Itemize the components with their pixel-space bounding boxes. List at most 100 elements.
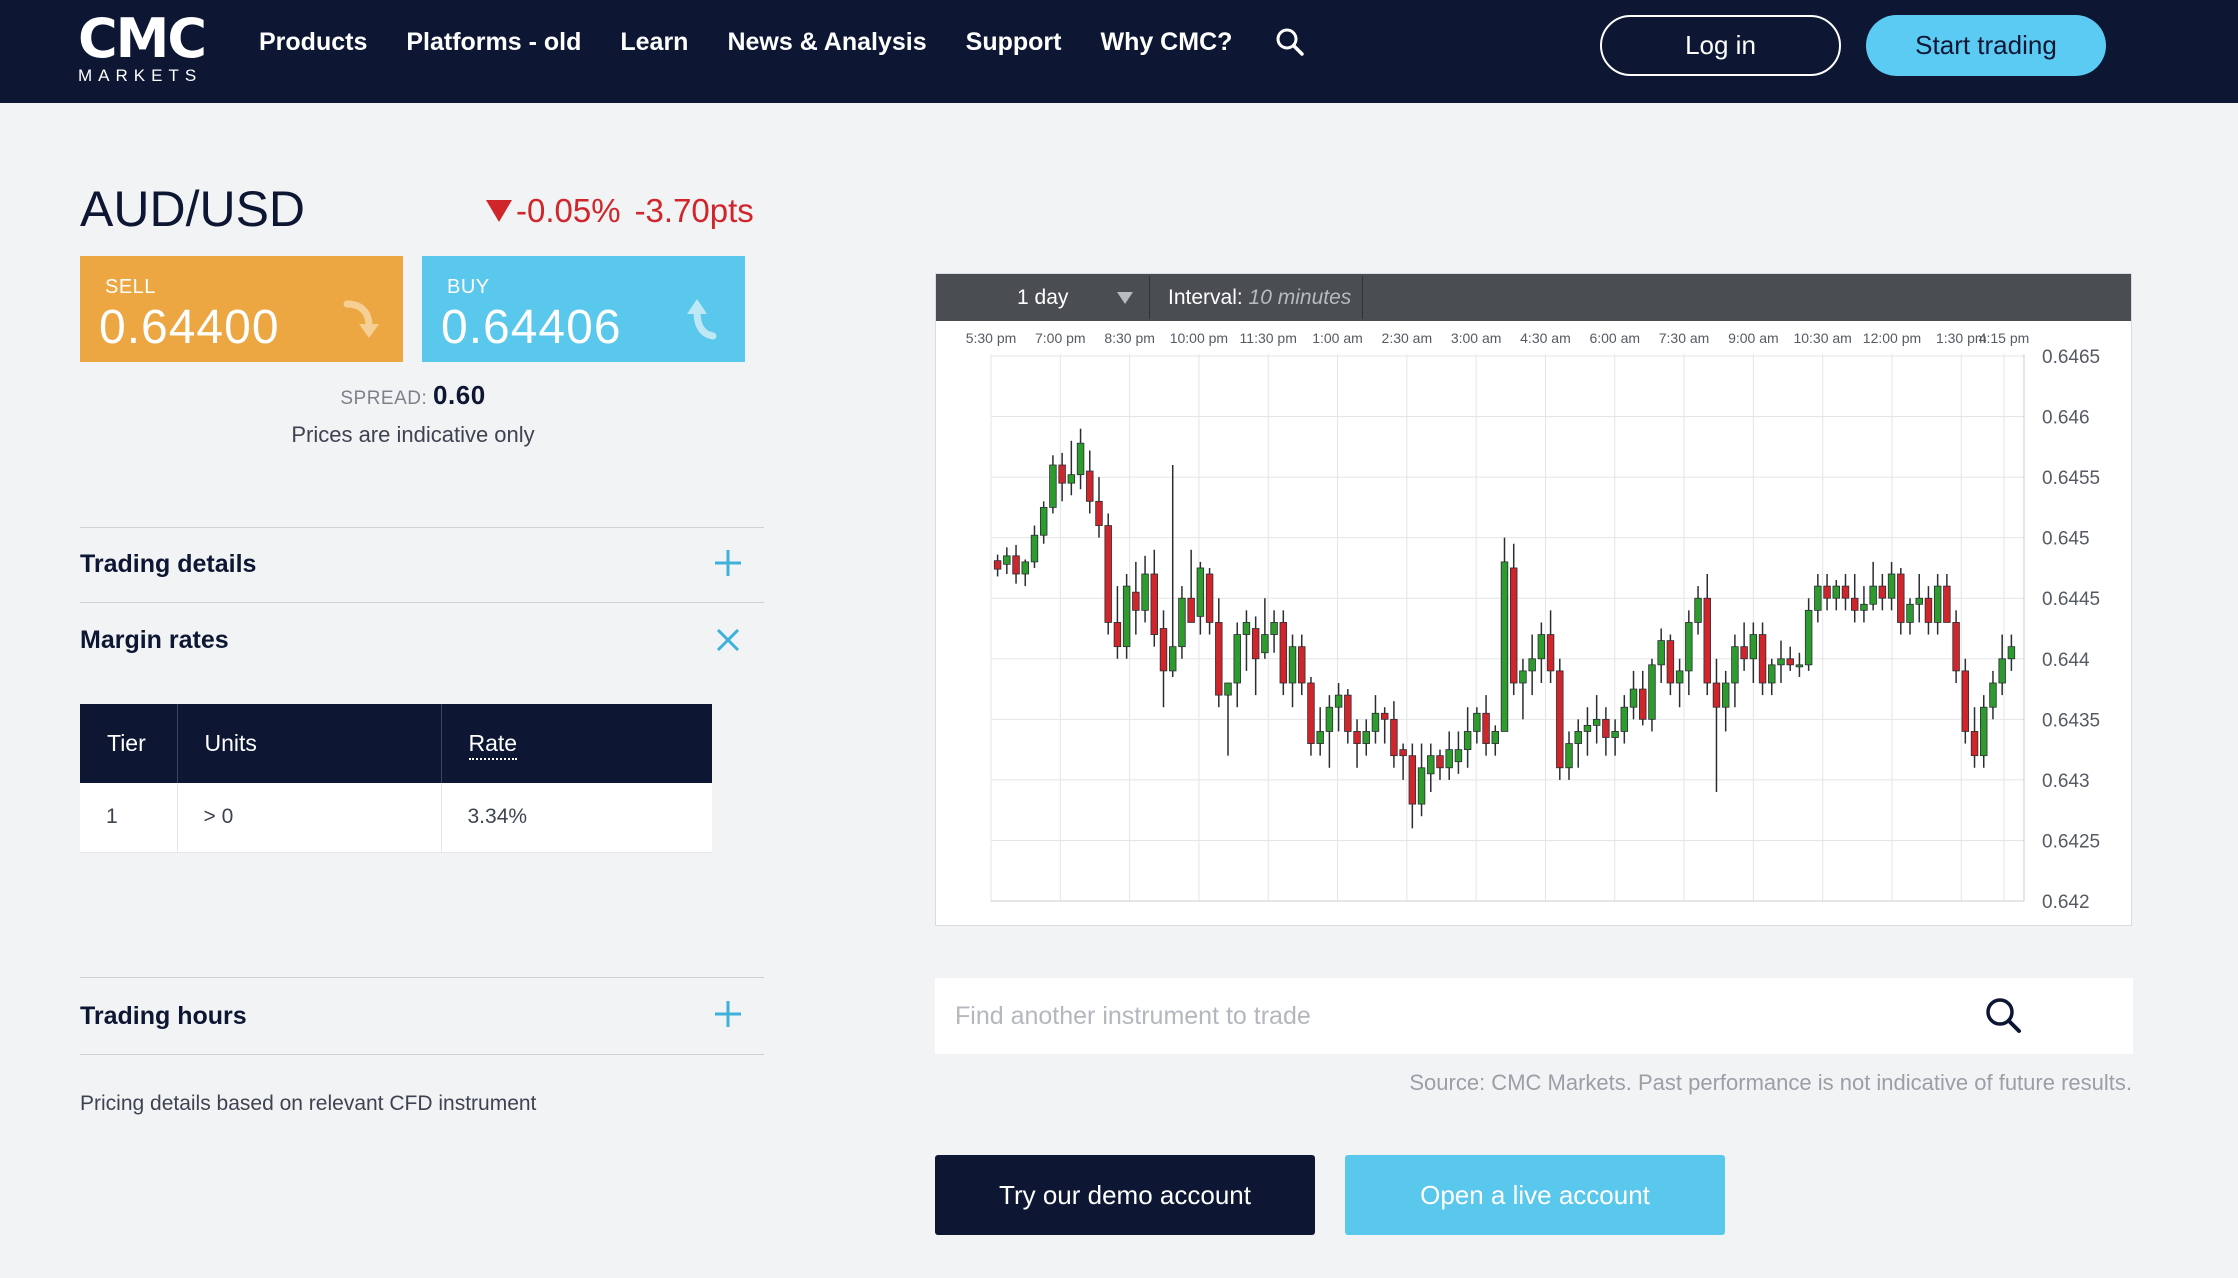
candle-body [1362,731,1370,744]
candle-body [1344,694,1352,732]
close-icon[interactable] [713,625,743,655]
candle-body [1620,706,1629,732]
start-trading-button[interactable]: Start trading [1866,15,2106,76]
candle-body [1712,682,1721,708]
source-disclaimer: Source: CMC Markets. Past performance is… [1409,1070,2132,1095]
candle-body [1528,658,1536,672]
buy-price: 0.64406 [441,301,622,354]
candle-body [1804,609,1813,666]
candle-body [1933,585,1942,623]
logo-mark: CMC [78,7,207,70]
candle-body [1012,555,1020,575]
candle-body [1694,597,1702,623]
candle-body [1703,597,1711,684]
candle-body [1491,731,1500,744]
login-button[interactable]: Log in [1600,15,1841,76]
candle-body [1565,743,1573,769]
divider [80,527,764,528]
toolbar-separator [1149,276,1150,319]
trading-hours-header[interactable]: Trading hours [80,1002,247,1031]
candle-body [1657,640,1665,666]
plus-icon[interactable] [713,548,743,578]
table-header-row: Tier Units Rate [80,704,712,783]
live-account-button[interactable]: Open a live account [1345,1155,1725,1235]
demo-account-button[interactable]: Try our demo account [935,1155,1315,1235]
candle-body [1270,622,1278,635]
column-header-units: Units [177,704,442,783]
instrument-name: AUD/USD [80,181,306,237]
column-header-rate[interactable]: Rate [441,704,712,783]
nav-platforms-old[interactable]: Platforms - old [406,22,581,62]
price-chart: 1 day Interval: 10 minutes 0.6465 0.646 0.… [935,273,2132,926]
column-header-tier: Tier [80,704,178,783]
rate-tooltip-label[interactable]: Rate [468,730,518,760]
candle-body [1666,640,1675,684]
table-row: 1 > 0 3.34% [80,783,712,853]
search-icon[interactable] [1275,27,1305,57]
x-tick-label: 1:00 am [1312,330,1363,346]
nav-why-cmc[interactable]: Why CMC? [1100,22,1232,62]
timeframe-select[interactable]: 1 day [937,274,1149,321]
candle-body [1159,628,1168,672]
x-tick-label: 10:30 am [1793,330,1851,346]
candle-body [1832,585,1841,599]
candle-body [1897,573,1905,623]
candle-body [1602,718,1610,738]
x-tick-label: 2:30 am [1382,330,1433,346]
margin-rates-header[interactable]: Margin rates [80,626,229,655]
instrument-search-input[interactable] [955,978,2035,1054]
candle-body [1731,646,1739,684]
candle-body [1104,525,1112,623]
x-tick-label: 5:30 pm [966,330,1017,346]
candle-body [1740,646,1748,660]
candle-body [1113,622,1122,648]
candle-body [1998,658,2006,684]
plus-icon[interactable] [713,999,743,1029]
candle-body [2007,646,2016,660]
candle-body [1915,597,1923,605]
candle-body [1427,755,1435,775]
nav-news-analysis[interactable]: News & Analysis [727,22,926,62]
change-points: -3.70pts [634,192,754,229]
cell-tier: 1 [80,783,178,853]
candle-body [1869,585,1877,605]
candle-body [1473,712,1481,732]
x-tick-label: 11:30 pm [1240,330,1297,346]
interval-display[interactable]: Interval: 10 minutes [1168,274,1351,321]
candle-body [1519,670,1527,684]
divider [80,1054,764,1055]
sell-price-button[interactable]: SELL 0.64400 [80,256,403,362]
trading-details-header[interactable]: Trading details [80,550,256,579]
candle-body [1583,724,1592,732]
candlestick-chart[interactable]: 0.6465 0.646 0.6455 0.645 0.6445 0.644 0.6435 0… [936,321,2131,925]
candle-body [1353,731,1361,744]
candle-body [1878,585,1887,599]
cmc-markets-logo[interactable]: CMC MARKETS [78,7,207,86]
spread-value: 0.60 [433,380,486,410]
divider [80,602,764,603]
candle-body [1417,767,1426,805]
candle-body [1205,573,1214,623]
candle-body [1850,597,1859,611]
chart-toolbar: 1 day Interval: 10 minutes [936,274,2131,321]
y-tick-label: 0.643 [2042,771,2090,792]
pricing-note: Pricing details based on relevant CFD in… [80,1092,537,1115]
candle-body [1970,731,1979,757]
nav-learn[interactable]: Learn [620,22,688,62]
candle-body [1463,731,1472,751]
candle-body [1777,658,1785,666]
nav-support[interactable]: Support [966,22,1062,62]
instrument-search [935,978,2133,1054]
candle-body [1298,646,1306,684]
buy-price-button[interactable]: BUY 0.64406 [422,256,745,362]
candle-body [1980,706,1988,757]
candle-body [1906,603,1914,623]
down-arrow-icon [486,200,512,222]
y-tick-label: 0.6465 [2042,347,2100,368]
candle-body [1795,664,1804,668]
candle-body [1168,646,1177,672]
candle-body [1215,622,1223,696]
x-tick-label: 4:30 am [1520,330,1571,346]
nav-products[interactable]: Products [259,22,367,62]
search-icon[interactable] [1984,996,2024,1036]
